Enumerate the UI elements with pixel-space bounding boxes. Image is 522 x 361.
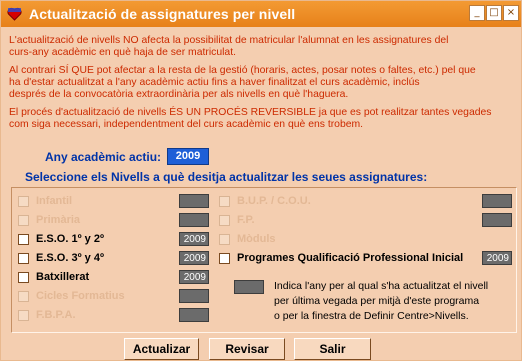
level-label: Batxillerat [36,271,90,283]
year-badge [179,194,209,208]
legend-line: o per la finestra de Definir Centre>Nive… [274,310,469,322]
info-line-5: després de la convocatòria extraordinàri… [9,89,349,100]
maximize-button[interactable]: □ [486,5,502,21]
year-badge [482,194,512,208]
close-button[interactable]: × [503,5,519,21]
year-badge: 2009 [179,232,209,246]
active-year-label: Any acadèmic actiu: [45,150,162,164]
checkbox[interactable] [219,214,230,226]
checkbox[interactable] [219,233,230,245]
level-label: Cicles Formatius [36,290,125,302]
year-badge [179,213,209,227]
level-label: F.P. [237,214,255,226]
year-badge [482,213,512,227]
level-label: Primària [36,214,81,226]
year-badge: 2009 [179,251,209,265]
level-label: F.B.P.A. [36,309,76,321]
minimize-button[interactable]: _ [469,5,485,21]
level-label: Mòduls [237,233,276,245]
checkbox[interactable] [219,252,230,264]
level-label: Programes Qualificació Professional Inic… [237,252,464,264]
level-cicles-formatius[interactable]: Cicles Formatius [18,287,125,305]
info-line-1: L'actualització de nivells NO afecta la … [9,35,449,46]
info-line-3: Al contrari SÍ QUE pot afectar a la rest… [9,65,476,76]
year-legend: Indica l'any per al qual s'ha actualitza… [274,279,488,324]
year-badge: 2009 [179,270,209,284]
checkbox[interactable] [18,233,29,245]
level-pqpi[interactable]: Programes Qualificació Professional Inic… [219,249,463,267]
app-heart-icon [7,7,22,22]
checkbox[interactable] [18,214,29,226]
select-levels-label: Seleccione els Nivells a què desitja act… [25,170,428,184]
checkbox[interactable] [18,252,29,264]
level-eso-1-2[interactable]: E.S.O. 1º y 2º [18,230,104,248]
window: Actualització de assignatures per nivell… [0,0,522,361]
level-moduls[interactable]: Mòduls [219,230,276,248]
level-eso-3-4[interactable]: E.S.O. 3º y 4º [18,249,104,267]
info-line-2: curs-any acadèmic en què haja de ser mat… [9,47,236,58]
info-line-7: com siga necessari, independentment del … [9,119,364,130]
info-line-4: ha d'estar actualitzat a l'any acadèmic … [9,77,420,88]
legend-year-swatch [234,280,264,294]
level-fp[interactable]: F.P. [219,211,255,229]
window-title: Actualització de assignatures per nivell [29,6,296,22]
update-button[interactable]: Actualizar [124,338,199,360]
checkbox[interactable] [18,195,29,207]
info-line-6: El procés d'actualització de nivells ÉS … [9,107,492,118]
review-button[interactable]: Revisar [209,338,285,360]
level-bup-cou[interactable]: B.U.P. / C.O.U. [219,192,311,210]
level-primaria[interactable]: Primària [18,211,80,229]
checkbox[interactable] [18,290,29,302]
checkbox[interactable] [18,271,29,283]
legend-line: Indica l'any per al qual s'ha actualitza… [274,280,489,292]
window-controls: _ □ × [469,5,519,21]
checkbox[interactable] [219,195,230,207]
active-year-field[interactable]: 2009 [167,148,209,165]
title-bar[interactable]: Actualització de assignatures per nivell… [1,1,521,27]
level-label: E.S.O. 1º y 2º [36,233,104,245]
year-badge [179,289,209,303]
level-label: Infantil [36,195,73,207]
year-badge: 2009 [482,251,512,265]
level-label: B.U.P. / C.O.U. [237,195,311,207]
legend-line: per última vegada per mitjà d'este progr… [274,295,480,307]
level-batxillerat[interactable]: Batxillerat [18,268,89,286]
level-infantil[interactable]: Infantil [18,192,72,210]
exit-button[interactable]: Salir [294,338,371,360]
level-label: E.S.O. 3º y 4º [36,252,104,264]
checkbox[interactable] [18,309,29,321]
year-badge [179,308,209,322]
level-fbpa[interactable]: F.B.P.A. [18,306,76,324]
